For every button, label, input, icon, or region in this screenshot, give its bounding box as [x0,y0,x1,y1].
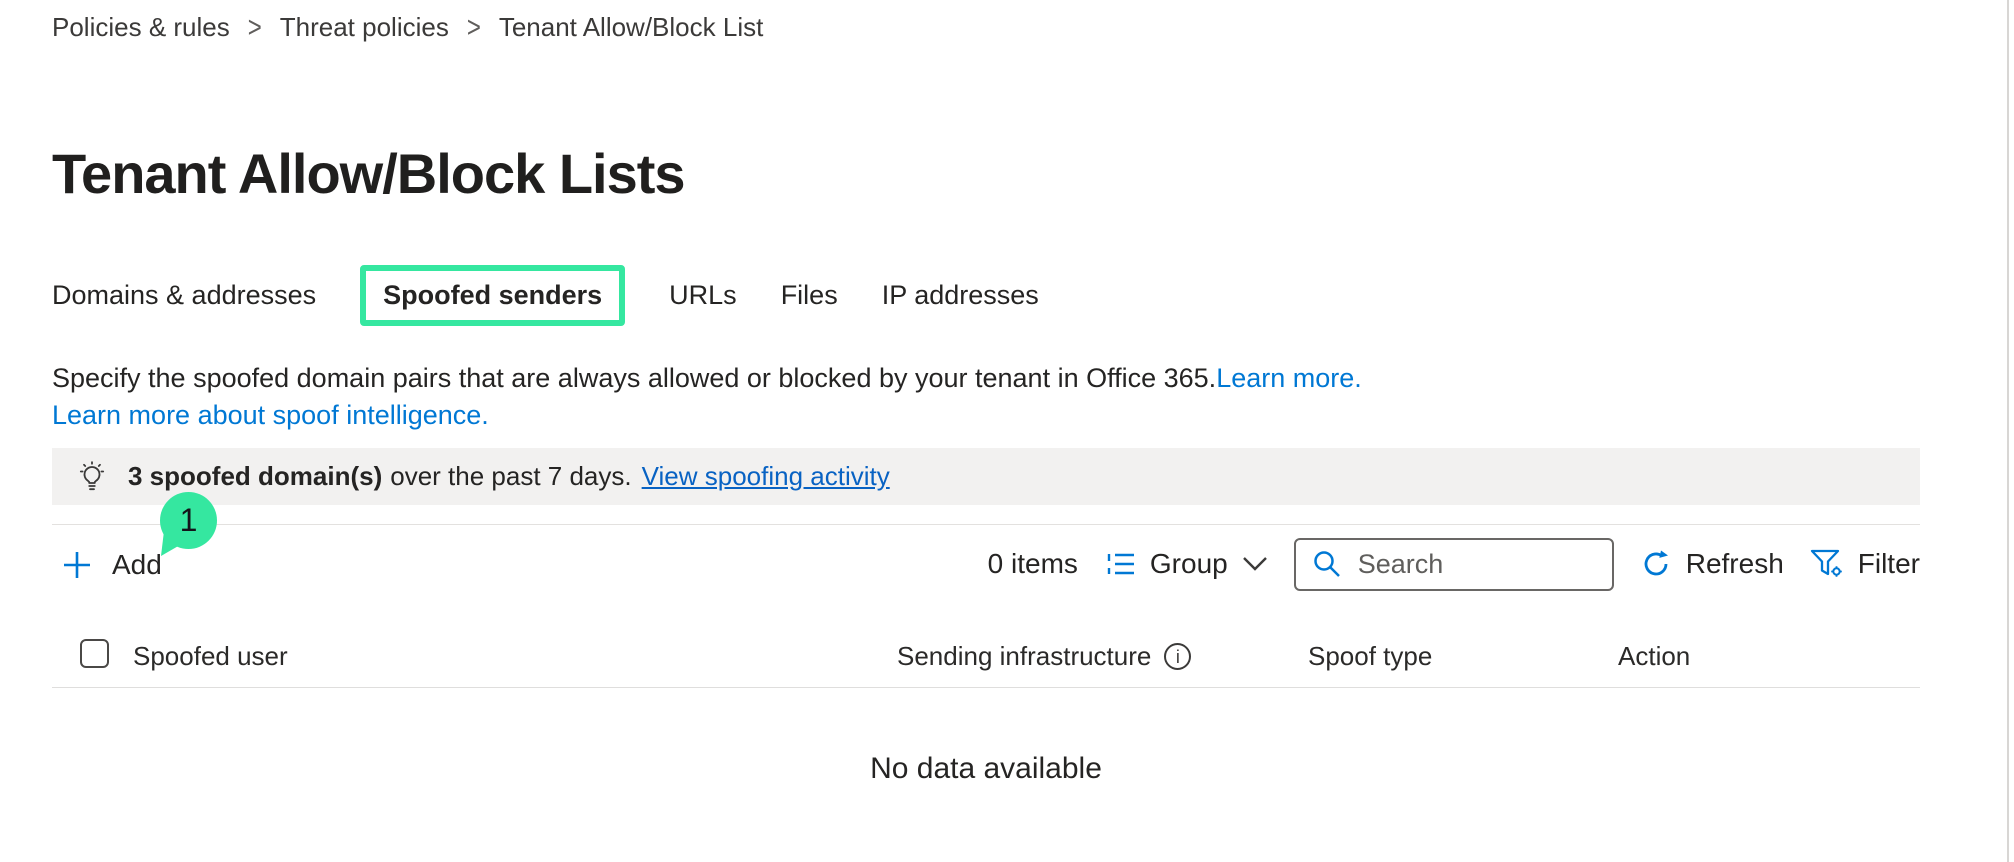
banner-text: over the past 7 days. [390,461,631,492]
learn-more-link[interactable]: Learn more. [1216,363,1362,393]
column-header-spoof-type[interactable]: Spoof type [1308,641,1432,672]
breadcrumb-separator-icon: > [248,10,262,45]
page-description: Specify the spoofed domain pairs that ar… [52,360,1362,434]
annotation-step-badge: 1 [160,492,218,556]
search-icon [1312,549,1342,579]
description-text: Specify the spoofed domain pairs that ar… [52,363,1216,393]
select-all-checkbox[interactable] [80,639,109,668]
lightbulb-icon [74,459,110,495]
spoofed-domain-count: 3 spoofed domain(s) [128,461,382,492]
tab-urls[interactable]: URLs [669,280,737,311]
breadcrumb-threat-policies[interactable]: Threat policies [280,12,449,43]
column-header-spoofed-user[interactable]: Spoofed user [133,641,288,672]
column-header-label: Sending infrastructure [897,641,1151,672]
spoofing-activity-banner: 3 spoofed domain(s) over the past 7 days… [52,448,1920,505]
refresh-button-label: Refresh [1686,548,1784,580]
items-count: 0 items [988,548,1078,580]
tab-spoofed-senders[interactable]: Spoofed senders [360,265,625,326]
tab-ip-addresses[interactable]: IP addresses [882,280,1039,311]
search-input[interactable] [1356,548,1602,581]
scrollbar-edge [2007,0,2009,862]
table-header-row: Spoofed user Sending infrastructure i Sp… [52,624,1920,688]
column-header-sending-infrastructure[interactable]: Sending infrastructure i [897,641,1191,672]
tab-list: Domains & addresses Spoofed senders URLs… [52,256,1039,334]
filter-button[interactable]: Filter [1810,548,1920,580]
breadcrumb-policies-rules[interactable]: Policies & rules [52,12,230,43]
tab-domains-addresses[interactable]: Domains & addresses [52,280,316,311]
add-button-label: Add [112,549,162,581]
breadcrumb-separator-icon: > [467,10,481,45]
chevron-down-icon [1242,556,1268,572]
page-title: Tenant Allow/Block Lists [52,141,685,206]
spoof-intelligence-link[interactable]: Learn more about spoof intelligence. [52,400,489,430]
group-list-icon [1104,549,1136,579]
group-button-label: Group [1150,548,1228,580]
plus-icon [62,550,92,580]
empty-state-message: No data available [52,752,1920,786]
tab-files[interactable]: Files [781,280,838,311]
filter-icon [1810,548,1844,580]
search-box[interactable] [1294,538,1614,591]
toolbar-right: 0 items Group [988,533,1920,595]
add-button[interactable]: Add [62,540,162,590]
view-spoofing-activity-link[interactable]: View spoofing activity [642,461,890,492]
refresh-button[interactable]: Refresh [1640,548,1784,580]
breadcrumb-tenant-allow-block-list[interactable]: Tenant Allow/Block List [499,12,763,43]
annotation-step-number: 1 [180,502,198,539]
column-header-action[interactable]: Action [1618,641,1690,672]
refresh-icon [1640,548,1672,580]
toolbar-divider [52,524,1920,525]
breadcrumb: Policies & rules > Threat policies > Ten… [52,12,763,43]
filter-button-label: Filter [1858,548,1920,580]
group-button[interactable]: Group [1104,548,1268,580]
info-icon[interactable]: i [1164,643,1191,670]
